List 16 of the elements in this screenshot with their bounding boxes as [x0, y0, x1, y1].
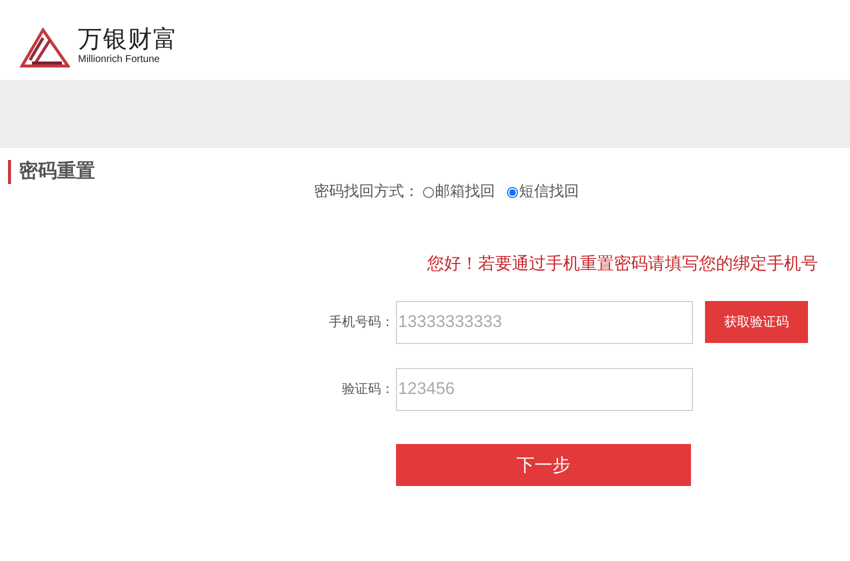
logo-subtitle: Millionrich Fortune	[78, 52, 161, 66]
recovery-option[interactable]: 短信找回	[507, 181, 579, 204]
get-code-button[interactable]: 获取验证码	[705, 301, 808, 343]
logo-icon	[20, 26, 70, 68]
instruction-message: 您好！若要通过手机重置密码请填写您的绑定手机号	[427, 252, 819, 274]
phone-input-field[interactable]: 13333333333	[396, 300, 693, 344]
next-step-button[interactable]: 下一步	[396, 444, 691, 486]
code-input-field[interactable]: 123456	[396, 368, 693, 410]
field-label: 手机号码：	[328, 313, 395, 332]
recovery-method-label: 密码找回方式：	[314, 182, 419, 202]
recovery-option[interactable]: 邮箱找回	[423, 181, 495, 204]
logo-name: 万银财富	[78, 28, 178, 52]
field-label: 验证码：	[341, 380, 395, 398]
page-title: 密码重置	[8, 160, 95, 184]
radio-button[interactable]	[423, 186, 434, 198]
radio-button[interactable]	[507, 186, 518, 198]
